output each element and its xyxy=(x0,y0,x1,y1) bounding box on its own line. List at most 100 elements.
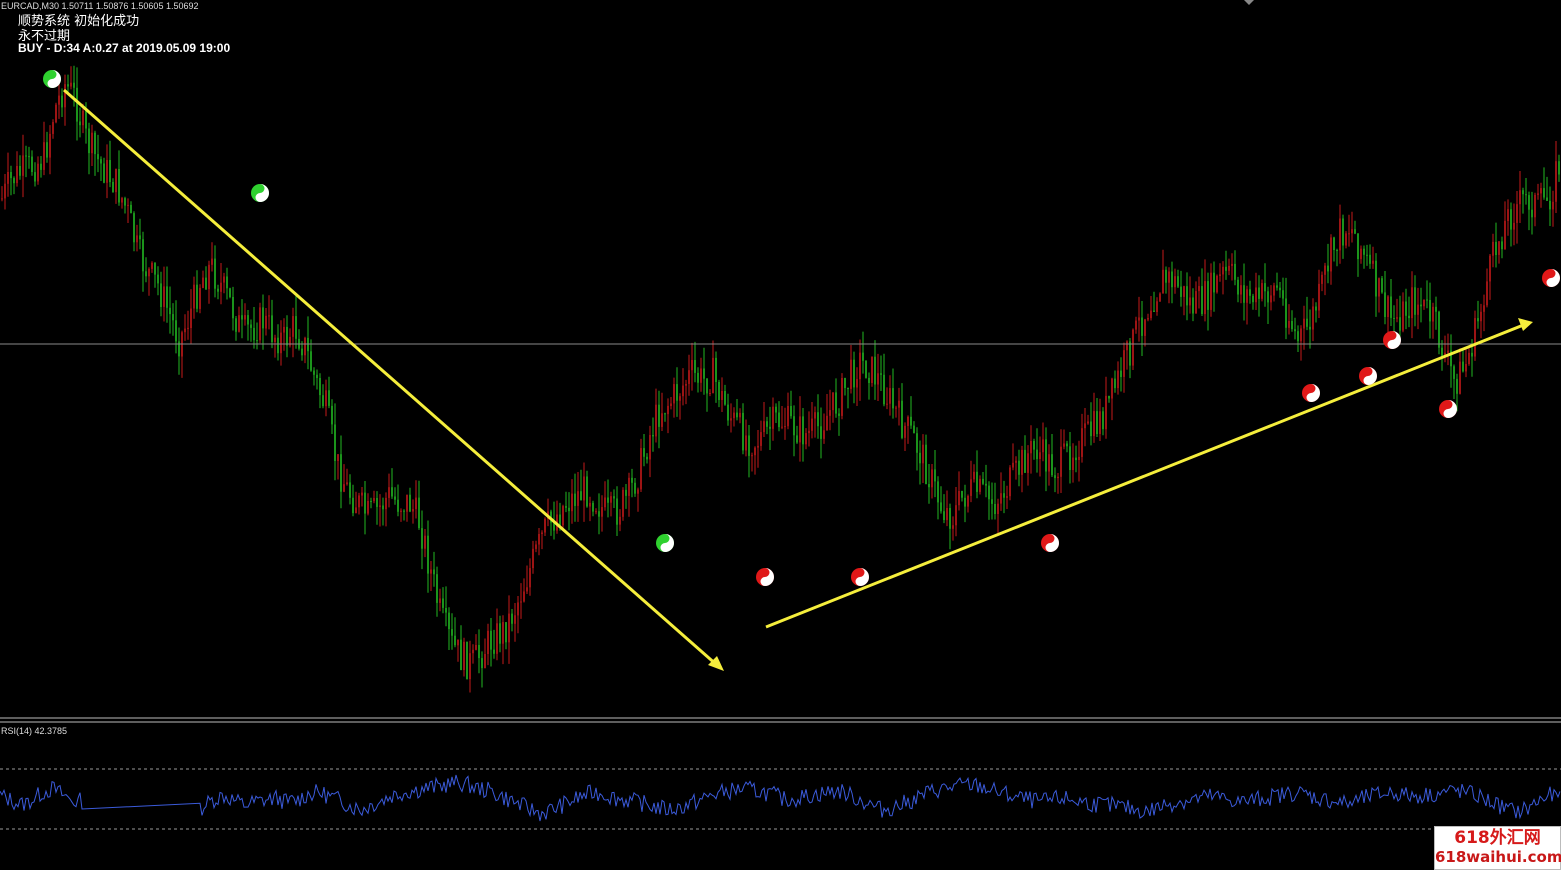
candle-body xyxy=(1510,209,1512,230)
candle-body xyxy=(1399,317,1401,331)
candle-body xyxy=(1213,272,1215,293)
candle-body xyxy=(715,357,717,382)
candle-body xyxy=(517,602,519,616)
candle-body xyxy=(190,308,192,328)
candle-body xyxy=(898,400,900,408)
candle-body xyxy=(1312,306,1314,330)
candle-body xyxy=(727,404,729,421)
candle-body xyxy=(1333,237,1335,250)
sell-signal-yin-yang-icon[interactable] xyxy=(851,568,869,586)
candle-body xyxy=(1087,421,1089,424)
buy-signal-yin-yang-icon[interactable] xyxy=(656,534,674,552)
candle-body xyxy=(103,163,105,183)
rsi-indicator-label: RSI(14) 42.3785 xyxy=(1,726,68,736)
candle-body xyxy=(448,612,450,630)
candle-body xyxy=(424,535,426,549)
candle-body xyxy=(487,630,489,654)
candle-body xyxy=(274,337,276,342)
candle-body xyxy=(1177,276,1179,287)
candle-body xyxy=(877,373,879,385)
candle-body xyxy=(634,482,636,494)
buy-signal-yin-yang-icon[interactable] xyxy=(43,70,61,88)
candle-body xyxy=(463,641,465,670)
candle-body xyxy=(172,314,174,321)
candle-body xyxy=(754,447,756,456)
candle-body xyxy=(1357,233,1359,260)
candle-body xyxy=(760,432,762,446)
candle-body xyxy=(787,406,789,427)
candle-body xyxy=(1144,319,1146,336)
uptrend-arrow[interactable] xyxy=(765,322,1527,629)
candle-body xyxy=(730,418,732,421)
candle-body xyxy=(199,287,201,309)
candle-body xyxy=(931,469,933,488)
candle-body xyxy=(1273,285,1275,296)
candle-body xyxy=(571,493,573,512)
candle-body xyxy=(835,392,837,414)
candle-body xyxy=(892,388,894,409)
candle-body xyxy=(481,658,483,669)
candle-body xyxy=(766,421,768,427)
candle-body xyxy=(1330,237,1332,272)
sell-signal-yin-yang-icon[interactable] xyxy=(756,568,774,586)
candle-body xyxy=(925,444,927,484)
candle-body xyxy=(784,426,786,428)
candle-body xyxy=(133,213,135,243)
candle-body xyxy=(562,506,564,526)
candle-body xyxy=(391,487,393,497)
candle-body xyxy=(1036,449,1038,460)
candle-body xyxy=(1522,190,1524,195)
candle-body xyxy=(589,502,591,507)
candle-body xyxy=(607,497,609,503)
candle-body xyxy=(1147,318,1149,320)
candle-body xyxy=(1459,361,1461,394)
candle-body xyxy=(154,262,156,275)
sell-signal-yin-yang-icon[interactable] xyxy=(1302,384,1320,402)
candle-body xyxy=(37,163,39,182)
buy-signal-yin-yang-icon[interactable] xyxy=(251,184,269,202)
candle-body xyxy=(1327,265,1329,272)
candle-body xyxy=(1249,289,1251,296)
price-chart[interactable] xyxy=(0,0,1561,870)
chart-shift-indicator[interactable] xyxy=(1244,0,1254,5)
candle-body xyxy=(601,507,603,517)
candle-body xyxy=(25,155,27,157)
candle-body xyxy=(700,368,702,383)
candle-body xyxy=(241,315,243,320)
candle-body xyxy=(1105,395,1107,430)
candle-body xyxy=(1366,254,1368,256)
candle-body xyxy=(316,374,318,378)
candle-body xyxy=(1033,441,1035,450)
candle-body xyxy=(1363,248,1365,255)
downtrend-arrow[interactable] xyxy=(63,88,719,668)
sell-signal-yin-yang-icon[interactable] xyxy=(1383,331,1401,349)
sell-signal-yin-yang-icon[interactable] xyxy=(1359,367,1377,385)
candle-body xyxy=(1300,328,1302,342)
candle-body xyxy=(1432,306,1434,322)
candle-body xyxy=(460,639,462,670)
candle-body xyxy=(46,142,48,158)
candle-body xyxy=(4,183,6,199)
candle-body xyxy=(1012,462,1014,468)
sell-signal-yin-yang-icon[interactable] xyxy=(1041,534,1059,552)
sell-signal-yin-yang-icon[interactable] xyxy=(1542,269,1560,287)
candle-body xyxy=(286,326,288,346)
candle-body xyxy=(967,496,969,507)
candle-body xyxy=(889,388,891,404)
candle-body xyxy=(1417,304,1419,315)
uptrend-arrow-head xyxy=(1518,318,1533,331)
candle-body xyxy=(880,373,882,375)
candle-body xyxy=(1555,161,1557,202)
candle-body xyxy=(1150,310,1152,319)
candle-body xyxy=(733,412,735,419)
candle-body xyxy=(1030,441,1032,454)
candle-body xyxy=(1108,395,1110,399)
sell-signal-yin-yang-icon[interactable] xyxy=(1439,400,1457,418)
candle-body xyxy=(856,379,858,388)
candle-body xyxy=(796,435,798,443)
candle-body xyxy=(805,433,807,445)
candle-body xyxy=(202,277,204,288)
candle-body xyxy=(223,276,225,283)
candle-body xyxy=(1291,321,1293,330)
candle-body xyxy=(232,297,234,319)
